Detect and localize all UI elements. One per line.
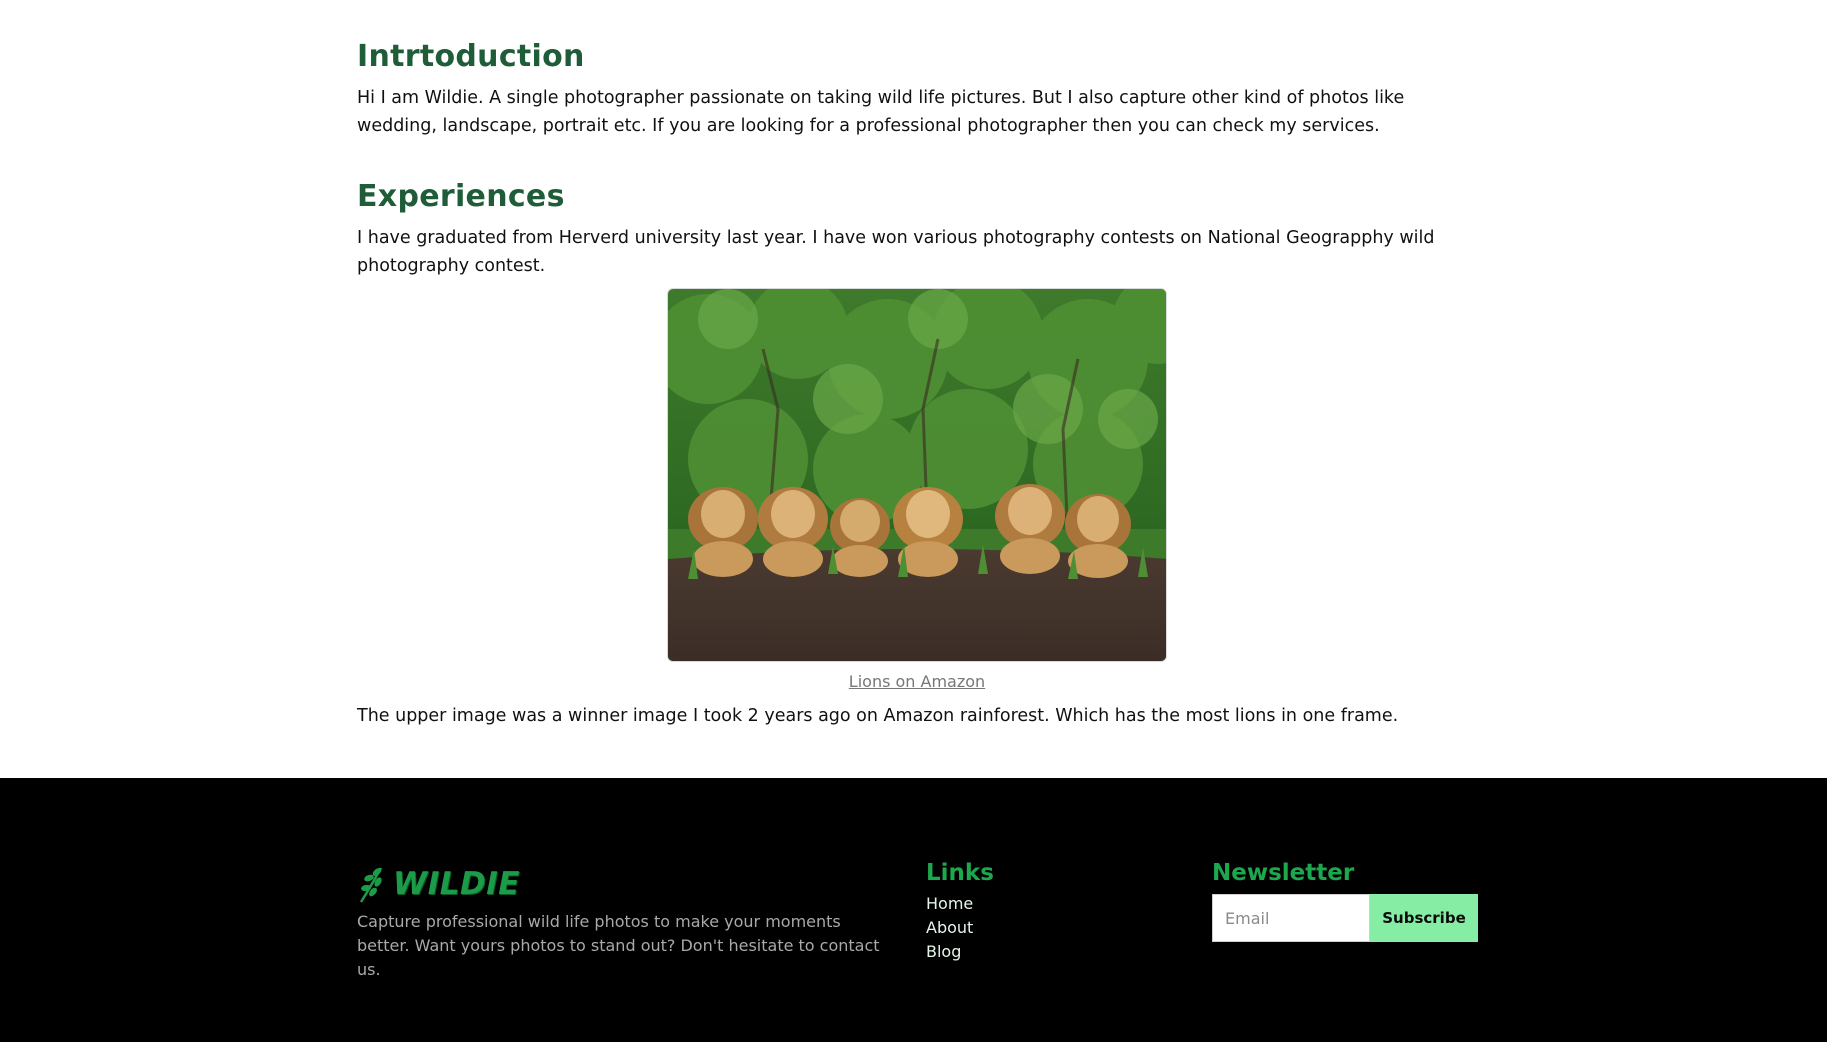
experiences-heading: Experiences (357, 179, 565, 214)
newsletter-column: Newsletter Subscribe (1212, 860, 1478, 942)
email-input[interactable] (1212, 894, 1370, 942)
footer-link-blog[interactable]: Blog (926, 940, 994, 964)
image-description-paragraph: The upper image was a winner image I too… (357, 706, 1399, 726)
intro-heading: Intrtoduction (357, 39, 585, 74)
footer-links-column: Links Home About Blog (926, 860, 994, 964)
footer-logo[interactable]: WILDIE (357, 864, 520, 904)
footer-link-about[interactable]: About (926, 916, 994, 940)
newsletter-form: Subscribe (1212, 894, 1478, 942)
footer-links-list: Home About Blog (926, 892, 994, 964)
newsletter-heading: Newsletter (1212, 860, 1355, 886)
subscribe-button[interactable]: Subscribe (1370, 894, 1478, 942)
experiences-paragraph: I have graduated from Herverd university… (357, 228, 1435, 276)
footer: WILDIE Capture professional wild life ph… (0, 778, 1827, 1042)
footer-description: Capture professional wild life photos to… (357, 912, 880, 979)
leaf-icon (359, 867, 383, 903)
links-heading: Links (926, 860, 994, 886)
brand-name: WILDIE (393, 866, 520, 902)
image-caption-link[interactable]: Lions on Amazon (667, 672, 1167, 691)
footer-link-home[interactable]: Home (926, 892, 994, 916)
page: Intrtoduction Hi I am Wildie. A single p… (0, 0, 1827, 1042)
lions-photo (667, 288, 1167, 662)
intro-paragraph: Hi I am Wildie. A single photographer pa… (357, 88, 1405, 136)
